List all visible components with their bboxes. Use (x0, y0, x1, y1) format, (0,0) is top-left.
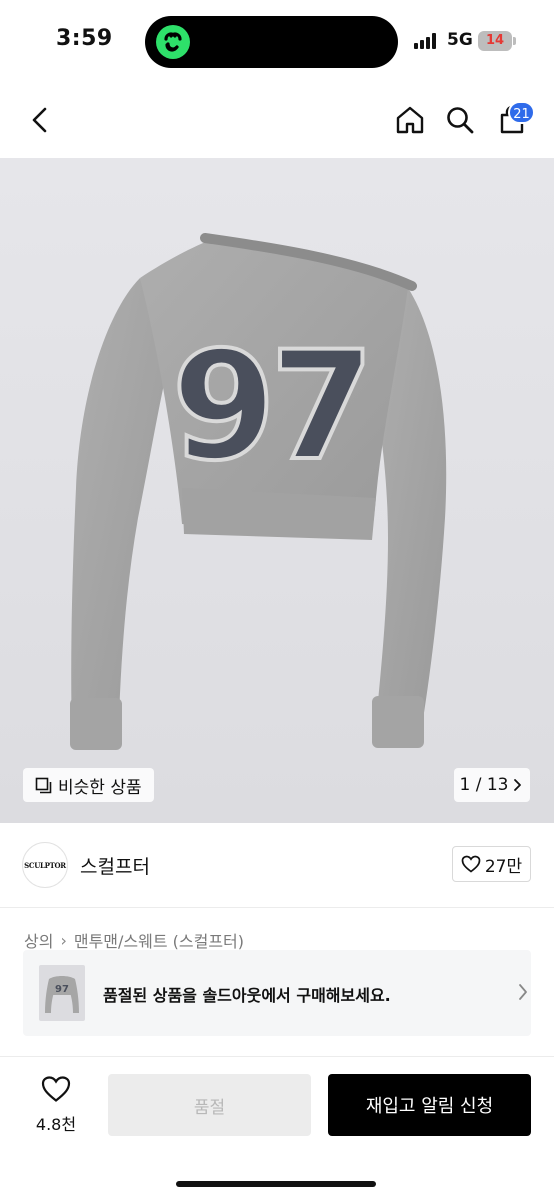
breadcrumb: 상의 › 맨투맨/스웨트 (스컬프터) (24, 928, 244, 952)
sweatshirt-illustration: 97 (70, 233, 447, 750)
soldout-button: 품절 (108, 1074, 311, 1136)
brand-logo[interactable]: SCULPTOR (22, 842, 68, 888)
breadcrumb-item-category[interactable]: 상의 (24, 928, 53, 952)
wish-button[interactable]: 4.8천 (28, 1075, 84, 1135)
status-time: 3:59 (56, 26, 113, 51)
image-page-counter[interactable]: 1 / 13 (454, 768, 530, 802)
back-icon (32, 107, 47, 133)
home-icon (396, 106, 424, 134)
home-button[interactable] (388, 98, 432, 142)
breadcrumb-item-subcategory[interactable]: 맨투맨/스웨트 (스컬프터) (74, 928, 244, 952)
wish-count: 4.8천 (35, 1115, 77, 1134)
soldout-banner-text: 품절된 상품을 솔드아웃에서 구매해보세요. (103, 986, 391, 1005)
soldout-banner[interactable]: 97 품절된 상품을 솔드아웃에서 구매해보세요. (23, 950, 531, 1036)
brand-row: SCULPTOR 스컬프터 27만 (0, 824, 554, 908)
sweatshirt-thumbnail: 97 (45, 976, 79, 1013)
network-type: 5G (447, 30, 473, 50)
home-indicator (176, 1181, 376, 1187)
similar-products-label: 비슷한 상품 (58, 777, 142, 798)
chevron-right-icon (519, 984, 527, 1000)
similar-products-button[interactable]: 비슷한 상품 (23, 768, 154, 802)
soldout-thumbnail: 97 (39, 965, 85, 1021)
thumbnail-print-number: 97 (55, 984, 69, 995)
app-activity-icon (156, 25, 190, 59)
top-nav (0, 92, 554, 152)
cart-count-badge: 21 (508, 101, 535, 124)
restock-alert-button[interactable]: 재입고 알림 신청 (328, 1074, 531, 1136)
back-button[interactable] (18, 98, 62, 142)
battery-icon: 14 (478, 31, 512, 51)
heart-icon (461, 855, 481, 873)
dynamic-island (145, 16, 398, 68)
brand-name[interactable]: 스컬프터 (80, 852, 150, 879)
search-button[interactable] (438, 98, 482, 142)
brand-like-button[interactable]: 27만 (452, 846, 531, 882)
search-icon (447, 107, 474, 134)
sweatshirt-print-number: 97 (172, 320, 369, 494)
status-bar: 3:59 5G 14 (0, 0, 554, 84)
battery-tip (513, 37, 516, 45)
product-image[interactable]: 97 (0, 158, 554, 823)
chevron-right-icon (514, 779, 522, 791)
bottom-action-bar: 4.8천 품절 재입고 알림 신청 (0, 1056, 554, 1200)
chevron-right-icon: › (60, 930, 67, 950)
signal-icon (414, 33, 442, 49)
heart-icon (41, 1076, 71, 1102)
brand-logo-text: SCULPTOR (24, 860, 66, 870)
brand-like-count: 27만 (484, 856, 523, 877)
similar-icon (35, 777, 52, 793)
page-counter-text: 1 / 13 (459, 775, 509, 795)
